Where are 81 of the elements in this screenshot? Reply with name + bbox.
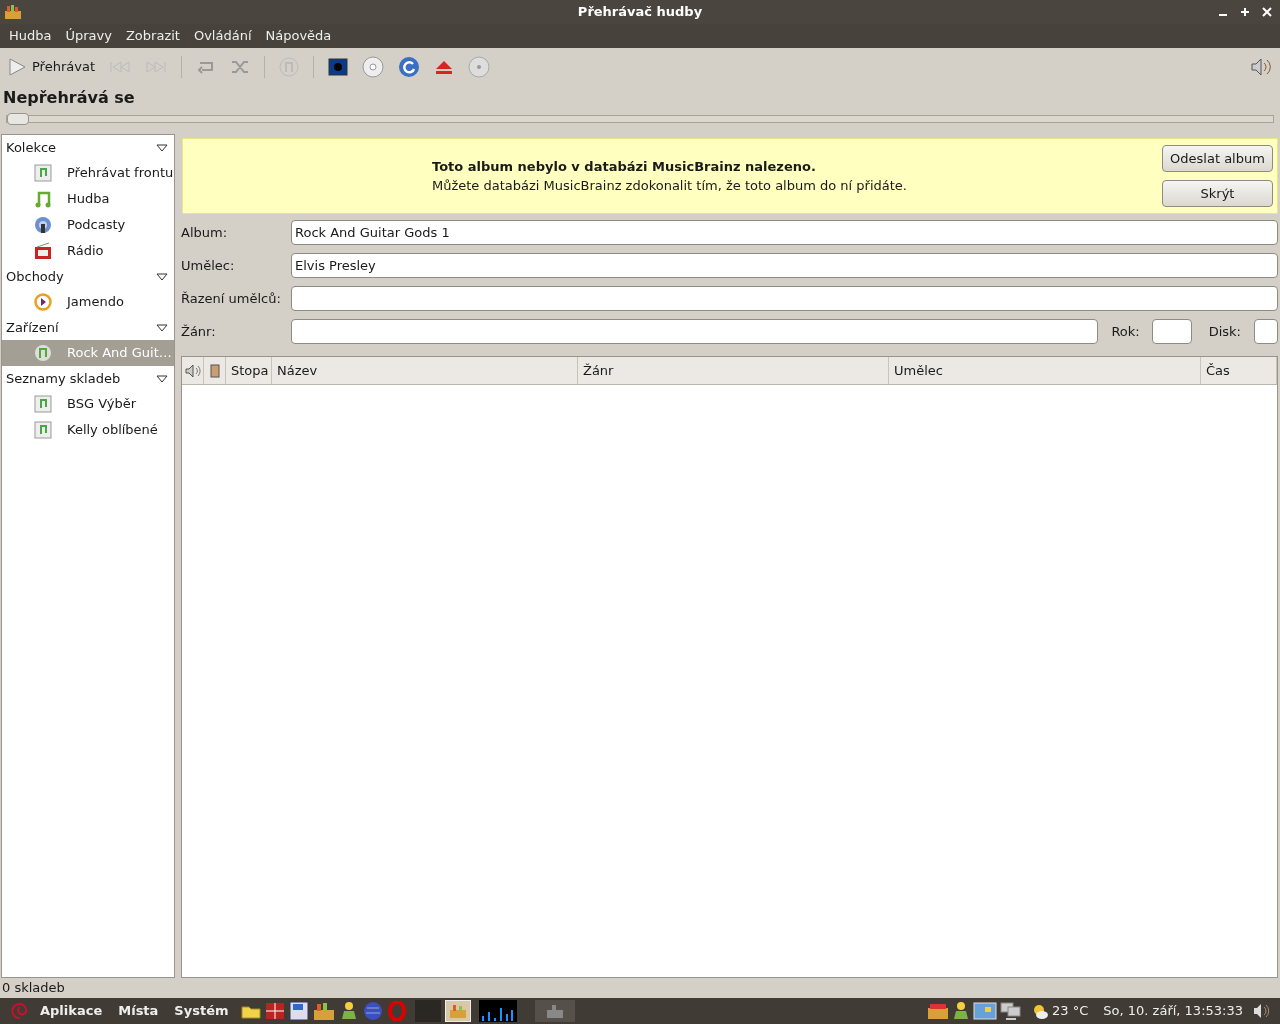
expander-icon[interactable] [156,143,168,152]
playlist-icon [34,395,52,413]
expander-icon[interactable] [156,323,168,332]
window-button[interactable] [444,1000,471,1022]
volume-icon[interactable] [1250,57,1272,77]
menu-item[interactable]: Úpravy [58,24,119,48]
sidebar-item[interactable]: Přehrávat frontu [2,160,174,186]
person-icon[interactable] [952,1001,971,1021]
column-header[interactable]: Název [272,357,578,384]
panel-menu[interactable]: Systém [174,1001,229,1021]
menu-item[interactable]: Hudba [2,24,59,48]
device-icon [34,344,52,362]
volume-icon[interactable] [1252,1002,1270,1020]
menu-item[interactable]: Nápověda [258,24,339,48]
group-label[interactable]: Zařízení [6,317,59,338]
now-playing-label: Nepřehrává se [2,87,136,109]
volume-icon[interactable] [184,363,201,378]
podcast-icon [34,216,52,234]
expander-icon[interactable] [156,374,168,383]
status-bar-text: 0 skladeb [1,979,66,997]
panel-menu[interactable]: Místa [118,1001,159,1021]
seek-slider[interactable] [6,115,1274,123]
sidebar-item[interactable]: Jamendo [2,289,174,315]
temperature-text[interactable]: 23 °C [1052,1001,1089,1021]
group-label[interactable]: Kolekce [6,137,57,158]
refresh-icon[interactable] [398,56,420,78]
column-header[interactable]: Čas [1201,357,1277,384]
column-header[interactable]: Umělec [889,357,1201,384]
field-label: Umělec: [181,256,236,275]
sidebar-item[interactable]: Podcasty [2,212,174,238]
grid-icon[interactable] [264,1002,285,1020]
system-monitor-graph[interactable] [478,1000,517,1022]
column-header[interactable]: Stopa [226,357,272,384]
input-field[interactable]: Elvis Presley [291,253,1278,278]
info-title: Toto album nebylo v databázi MusicBrainz nalezeno. [432,157,817,176]
floppy-icon[interactable] [288,1001,309,1021]
visualizer-icon[interactable] [328,58,348,76]
play-button[interactable]: Přehrávat [8,57,95,77]
panel-menu[interactable]: Aplikace [40,1001,103,1021]
input-field[interactable] [291,286,1278,311]
field-label: Řazení umělců: [181,289,282,308]
input-field[interactable] [291,319,1099,344]
input-field[interactable] [1151,319,1192,344]
group-label[interactable]: Obchody [6,266,64,287]
box-icon[interactable] [927,1002,950,1020]
sidebar-item[interactable]: Hudba [2,186,174,212]
window-title: Přehrávač hudby [576,3,704,22]
field-label: Disk: [1208,322,1241,341]
field-label: Rok: [1111,322,1140,341]
info-message: Můžete databázi MusicBrainz zdokonalit tím, že toto album do ní přidáte. [432,177,907,195]
eject-icon[interactable] [434,59,454,75]
close-icon[interactable] [1262,7,1272,17]
play-circle-icon [34,293,52,311]
radio-icon [34,242,52,260]
input-field[interactable] [1254,319,1278,344]
clock-text[interactable]: So, 10. září, 13:53:33 [1103,1001,1243,1021]
status-icon[interactable] [209,363,220,378]
playlist-icon [34,421,52,439]
disc-icon[interactable] [362,56,384,78]
field-label: Žánr: [181,322,217,341]
expander-icon[interactable] [156,272,168,281]
menu-item[interactable]: Zobrazit [118,24,187,48]
info-bar-button[interactable]: Odeslat album [1162,145,1273,172]
sidebar-item[interactable]: BSG Výběr [2,391,174,417]
box-icon [545,1004,564,1018]
field-label: Album: [181,223,229,242]
menu-item[interactable]: Ovládání [186,24,259,48]
box-icon [448,1003,467,1019]
info-bar-button[interactable]: Skrýt [1162,180,1273,207]
sidebar-item[interactable]: Rádio [2,238,174,264]
input-field[interactable]: Rock And Guitar Gods 1 [291,220,1278,245]
maximize-icon[interactable] [1240,7,1250,17]
weather-icon[interactable] [1031,1002,1050,1020]
column-header[interactable]: Žánr [578,357,889,384]
app-icon [4,4,22,20]
image-icon[interactable] [973,1001,998,1021]
sidebar-item[interactable]: Kelly oblíbené [2,417,174,443]
group-label[interactable]: Seznamy skladeb [6,368,121,389]
play-icon [8,58,26,76]
network-icon[interactable] [1000,1001,1023,1021]
box-icon[interactable] [312,1001,335,1021]
